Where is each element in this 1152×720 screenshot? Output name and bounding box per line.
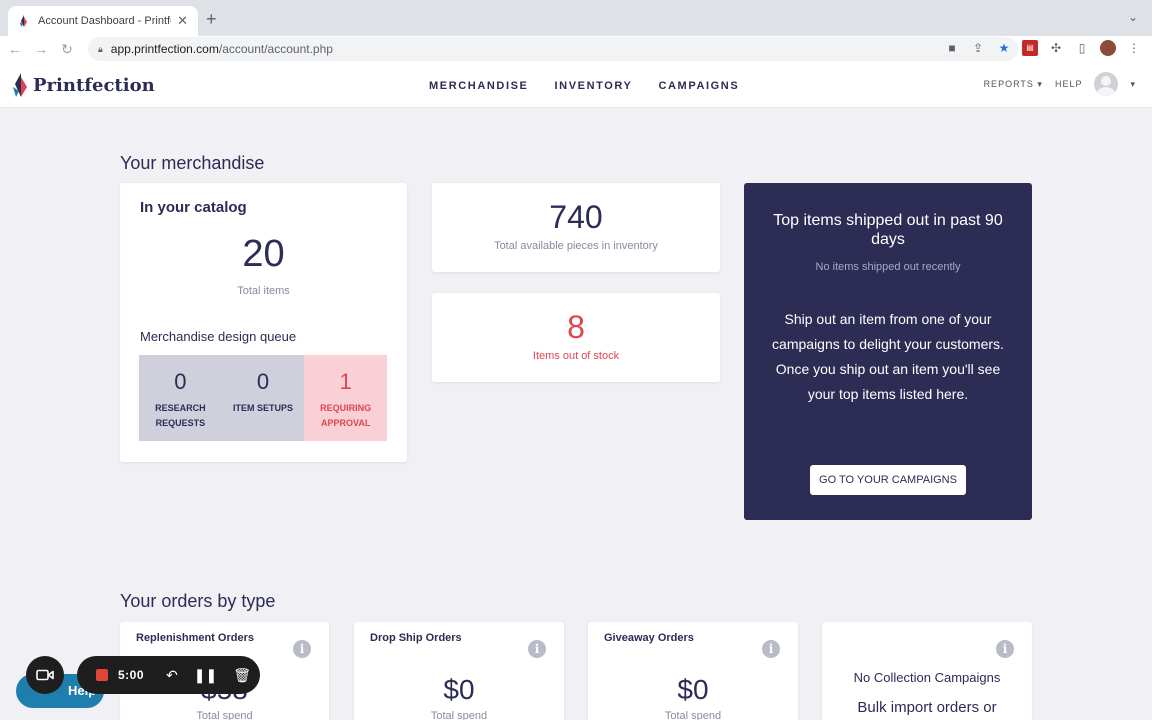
go-to-campaigns-button[interactable]: GO TO YOUR CAMPAIGNS: [810, 465, 966, 495]
design-queue: 0 RESEARCH REQUESTS 0 ITEM SETUPS 1 REQU…: [139, 355, 388, 441]
user-avatar[interactable]: [1094, 72, 1119, 96]
design-queue-title: Merchandise design queue: [140, 329, 297, 344]
total-spend-label: Total spend: [196, 710, 253, 720]
back-icon[interactable]: ←: [4, 41, 26, 57]
top-items-body: Ship out an item from one of your campai…: [772, 311, 1004, 402]
info-icon[interactable]: i: [293, 640, 311, 658]
order-total-spend: $0: [677, 674, 709, 705]
browser-toolbar: ← → ↻ 🔒︎ app.printfection.com/account/ac…: [0, 36, 1152, 62]
printfection-favicon: [20, 15, 27, 27]
menu-dots-icon[interactable]: ⋮: [1126, 40, 1142, 56]
right-nav: REPORTS ▾ HELP ▾: [984, 72, 1136, 96]
orders-section-title: Your orders by type: [120, 591, 276, 611]
browser-tabbar: Account Dashboard - Printfect ✕ + ⌄: [0, 0, 1152, 36]
new-tab-icon[interactable]: +: [206, 9, 217, 30]
tab-title: Account Dashboard - Printfect: [38, 15, 172, 27]
inventory-card[interactable]: 740 Total available pieces in inventory: [432, 183, 720, 272]
merchandise-section-title: Your merchandise: [120, 153, 265, 173]
chevron-down-icon[interactable]: ⌄: [1128, 10, 1138, 24]
bookmark-star-icon[interactable]: ★: [996, 40, 1012, 56]
app-header: Printfection MERCHANDISE INVENTORY CAMPA…: [0, 62, 1152, 108]
catalog-card: In your catalog 20 Total items Merchandi…: [120, 183, 407, 462]
logo-text: Printfection: [33, 74, 155, 96]
order-total-spend: $0: [443, 674, 475, 705]
stop-recording-icon[interactable]: [96, 669, 108, 681]
forward-icon[interactable]: →: [30, 41, 52, 57]
reports-label: REPORTS: [983, 78, 1034, 89]
queue-count: 1: [339, 369, 352, 394]
chevron-down-icon: ▾: [1037, 78, 1043, 89]
url-host: app.printfection.com: [110, 42, 219, 56]
reload-icon[interactable]: ↻: [56, 41, 78, 58]
camera-icon[interactable]: ■: [944, 40, 960, 56]
logo[interactable]: Printfection: [12, 73, 155, 97]
top-items-title: Top items shipped out in past 90 days: [773, 212, 1003, 248]
logo-mark-icon: [13, 73, 27, 97]
order-card-giveaway[interactable]: Giveaway Orders i $0 Total spend: [588, 622, 798, 720]
nav-inventory[interactable]: INVENTORY: [555, 80, 633, 92]
browser-tab[interactable]: Account Dashboard - Printfect ✕: [8, 6, 198, 36]
info-icon[interactable]: i: [996, 640, 1014, 658]
info-icon[interactable]: i: [762, 640, 780, 658]
recording-controls: 5:00 ↶ ❚❚ 🗑︎: [77, 656, 260, 694]
queue-label: ITEM SETUPS: [233, 403, 294, 413]
item-setups-cell[interactable]: 0 ITEM SETUPS: [221, 355, 305, 441]
extension-icon[interactable]: ▤: [1022, 40, 1038, 56]
queue-count: 0: [256, 369, 270, 394]
share-icon[interactable]: ⇪: [970, 40, 986, 56]
queue-label: RESEARCH REQUESTS: [155, 403, 206, 428]
top-items-subtitle: No items shipped out recently: [815, 261, 961, 273]
research-requests-cell[interactable]: 0 RESEARCH REQUESTS: [139, 355, 222, 441]
close-tab-icon[interactable]: ✕: [177, 13, 188, 29]
order-card-title: Replenishment Orders: [136, 632, 254, 644]
browser-actions: ■ ⇪ ★ ▤ ✣ ▯ ⋮: [944, 40, 1142, 56]
trash-icon[interactable]: 🗑︎: [233, 667, 251, 684]
top-items-card: Top items shipped out in past 90 days No…: [744, 183, 1032, 520]
help-link[interactable]: HELP: [1055, 79, 1083, 89]
info-icon[interactable]: i: [528, 640, 546, 658]
out-of-stock-count: 8: [567, 309, 585, 345]
total-items-count: 20: [242, 233, 285, 275]
nav-merchandise[interactable]: MERCHANDISE: [429, 80, 529, 92]
profile-avatar-icon[interactable]: [1100, 40, 1116, 56]
total-spend-label: Total spend: [664, 710, 722, 720]
order-card-title: Drop Ship Orders: [370, 632, 462, 644]
video-camera-icon: [36, 669, 54, 681]
total-items-label: Total items: [237, 285, 290, 297]
order-card-collection[interactable]: i No Collection Campaigns Bulk import or…: [822, 622, 1032, 720]
main-nav: MERCHANDISE INVENTORY CAMPAIGNS: [429, 80, 739, 92]
nav-campaigns[interactable]: CAMPAIGNS: [658, 80, 739, 92]
order-card-title: Giveaway Orders: [604, 632, 694, 644]
queue-label: REQUIRING APPROVAL: [320, 403, 372, 428]
order-card-drop-ship[interactable]: Drop Ship Orders i $0 Total spend: [354, 622, 564, 720]
sidepanel-icon[interactable]: ▯: [1074, 40, 1090, 56]
recording-timer: 5:00: [118, 668, 145, 682]
collection-body: Bulk import orders or: [857, 699, 997, 716]
lock-icon: 🔒︎: [98, 43, 103, 54]
queue-count: 0: [174, 369, 187, 394]
out-of-stock-label: Items out of stock: [532, 350, 620, 362]
undo-icon[interactable]: ↶: [166, 667, 178, 684]
chevron-down-icon[interactable]: ▾: [1130, 79, 1136, 90]
url-path: /account/account.php: [218, 42, 333, 56]
catalog-title: In your catalog: [140, 199, 247, 216]
puzzle-icon[interactable]: ✣: [1048, 40, 1064, 56]
total-spend-label: Total spend: [430, 710, 488, 720]
pause-icon[interactable]: ❚❚: [194, 667, 217, 684]
collection-title: No Collection Campaigns: [853, 670, 1001, 685]
requiring-approval-cell[interactable]: 1 REQUIRING APPROVAL: [304, 355, 388, 441]
reports-menu[interactable]: REPORTS ▾: [984, 79, 1043, 90]
camera-toggle-button[interactable]: [26, 656, 64, 694]
inventory-label: Total available pieces in inventory: [494, 240, 658, 252]
out-of-stock-card[interactable]: 8 Items out of stock: [432, 293, 720, 382]
address-bar[interactable]: 🔒︎ app.printfection.com/account/account.…: [88, 37, 1018, 61]
inventory-count: 740: [549, 199, 603, 235]
